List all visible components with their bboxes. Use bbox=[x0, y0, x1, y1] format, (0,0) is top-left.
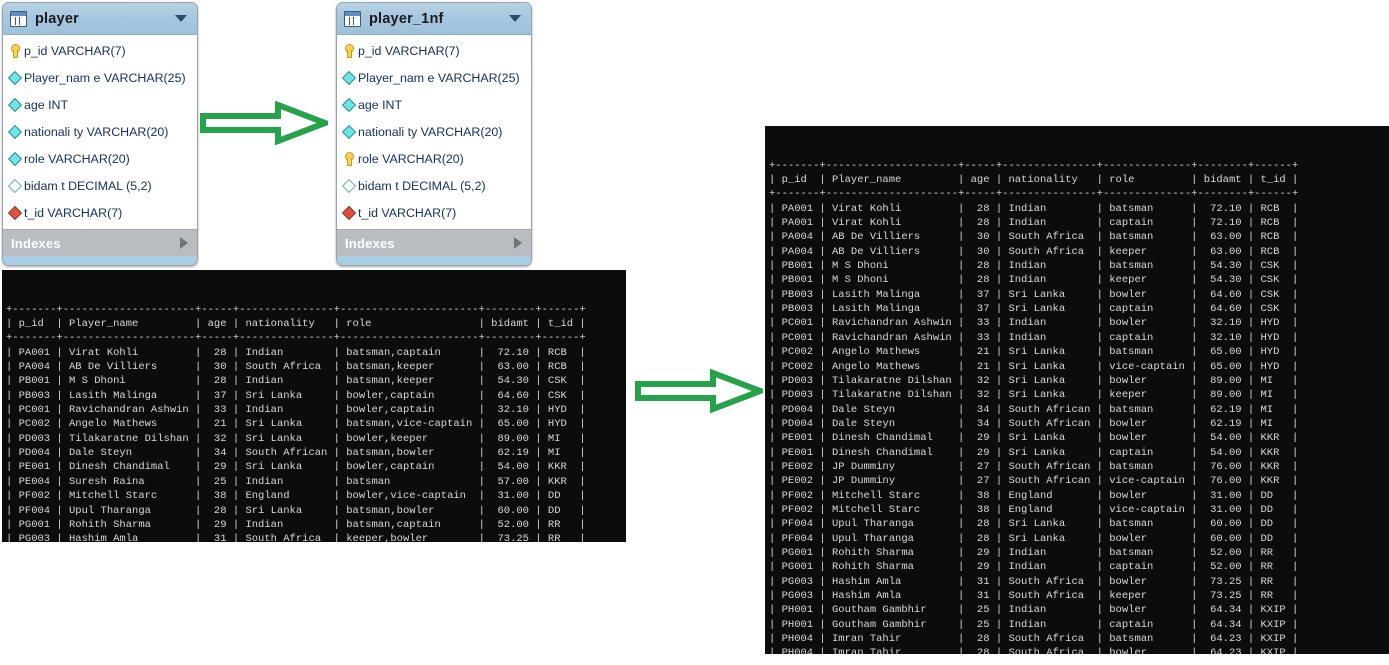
result-table-before-text: +-------+---------------------+-----+---… bbox=[6, 303, 586, 542]
chevron-down-icon[interactable] bbox=[509, 15, 521, 22]
er-table-player-name: player bbox=[35, 10, 79, 27]
er-column-label: p_id VARCHAR(7) bbox=[24, 43, 126, 58]
er-indexes-label: Indexes bbox=[345, 235, 395, 251]
er-column-row[interactable]: age INT bbox=[3, 91, 197, 118]
er-table-player-1nf-titlebar[interactable]: player_1nf bbox=[337, 3, 531, 35]
arrow-right-icon bbox=[200, 100, 334, 146]
er-column-label: Player_nam e VARCHAR(25) bbox=[358, 70, 520, 85]
er-column-row[interactable]: Player_nam e VARCHAR(25) bbox=[337, 64, 531, 91]
arrow-schema-transform bbox=[200, 100, 334, 146]
primary-key-icon bbox=[342, 152, 355, 166]
er-table-player[interactable]: player p_id VARCHAR(7) Player_nam e VARCH… bbox=[2, 2, 198, 266]
er-column-label: Player_nam e VARCHAR(25) bbox=[24, 70, 186, 85]
er-column-label: age INT bbox=[24, 97, 69, 112]
result-table-before: +-------+---------------------+-----+---… bbox=[2, 270, 626, 542]
foreign-key-icon bbox=[7, 205, 22, 221]
er-column-row[interactable]: nationali ty VARCHAR(20) bbox=[337, 118, 531, 145]
column-hollow-icon bbox=[7, 178, 22, 194]
er-table-player-titlebar[interactable]: player bbox=[3, 3, 197, 35]
er-column-label: nationali ty VARCHAR(20) bbox=[24, 124, 169, 139]
er-column-row[interactable]: p_id VARCHAR(7) bbox=[337, 37, 531, 64]
result-table-after-1nf: +-------+---------------------+-----+---… bbox=[765, 126, 1389, 654]
arrow-right-icon bbox=[635, 368, 769, 414]
er-column-row[interactable]: bidam t DECIMAL (5,2) bbox=[337, 172, 531, 199]
er-column-label: role VARCHAR(20) bbox=[24, 151, 130, 166]
column-filled-icon bbox=[7, 70, 22, 86]
er-column-row[interactable]: p_id VARCHAR(7) bbox=[3, 37, 197, 64]
er-table-player-indexes[interactable]: Indexes bbox=[3, 229, 197, 256]
column-hollow-icon bbox=[341, 178, 356, 194]
arrow-data-transform bbox=[635, 368, 769, 414]
primary-key-icon bbox=[342, 44, 355, 58]
er-table-player-1nf-columns: p_id VARCHAR(7) Player_nam e VARCHAR(25) a… bbox=[337, 35, 531, 229]
result-table-after-1nf-text: +-------+---------------------+-----+---… bbox=[769, 159, 1299, 654]
er-table-player-1nf-indexes[interactable]: Indexes bbox=[337, 229, 531, 256]
er-column-label: nationali ty VARCHAR(20) bbox=[358, 124, 503, 139]
er-indexes-label: Indexes bbox=[11, 235, 61, 251]
er-column-label: bidam t DECIMAL (5,2) bbox=[24, 178, 152, 193]
column-filled-icon bbox=[341, 70, 356, 86]
chevron-down-icon[interactable] bbox=[175, 15, 187, 22]
chevron-right-icon[interactable] bbox=[514, 237, 522, 249]
foreign-key-icon bbox=[341, 205, 356, 221]
er-column-label: role VARCHAR(20) bbox=[358, 151, 464, 166]
er-column-row[interactable]: role VARCHAR(20) bbox=[3, 145, 197, 172]
primary-key-icon bbox=[8, 44, 21, 58]
er-table-player-1nf[interactable]: player_1nf p_id VARCHAR(7) Player_nam e V… bbox=[336, 2, 532, 266]
table-icon bbox=[344, 10, 361, 27]
column-filled-icon bbox=[341, 97, 356, 113]
er-column-row[interactable]: t_id VARCHAR(7) bbox=[337, 199, 531, 226]
column-filled-icon bbox=[7, 97, 22, 113]
er-table-player-1nf-base bbox=[337, 256, 531, 265]
column-filled-icon bbox=[7, 124, 22, 140]
er-column-row[interactable]: nationali ty VARCHAR(20) bbox=[3, 118, 197, 145]
er-column-row[interactable]: age INT bbox=[337, 91, 531, 118]
er-table-player-base bbox=[3, 256, 197, 265]
er-table-player-1nf-name: player_1nf bbox=[369, 10, 444, 27]
er-column-row[interactable]: role VARCHAR(20) bbox=[337, 145, 531, 172]
column-filled-icon bbox=[7, 151, 22, 167]
er-column-label: p_id VARCHAR(7) bbox=[358, 43, 460, 58]
er-column-row[interactable]: bidam t DECIMAL (5,2) bbox=[3, 172, 197, 199]
er-column-label: age INT bbox=[358, 97, 403, 112]
chevron-right-icon[interactable] bbox=[180, 237, 188, 249]
er-column-label: bidam t DECIMAL (5,2) bbox=[358, 178, 486, 193]
er-column-row[interactable]: Player_nam e VARCHAR(25) bbox=[3, 64, 197, 91]
er-column-row[interactable]: t_id VARCHAR(7) bbox=[3, 199, 197, 226]
table-icon bbox=[10, 10, 27, 27]
er-column-label: t_id VARCHAR(7) bbox=[24, 205, 123, 220]
er-table-player-columns: p_id VARCHAR(7) Player_nam e VARCHAR(25) a… bbox=[3, 35, 197, 229]
er-column-label: t_id VARCHAR(7) bbox=[358, 205, 457, 220]
column-filled-icon bbox=[341, 124, 356, 140]
